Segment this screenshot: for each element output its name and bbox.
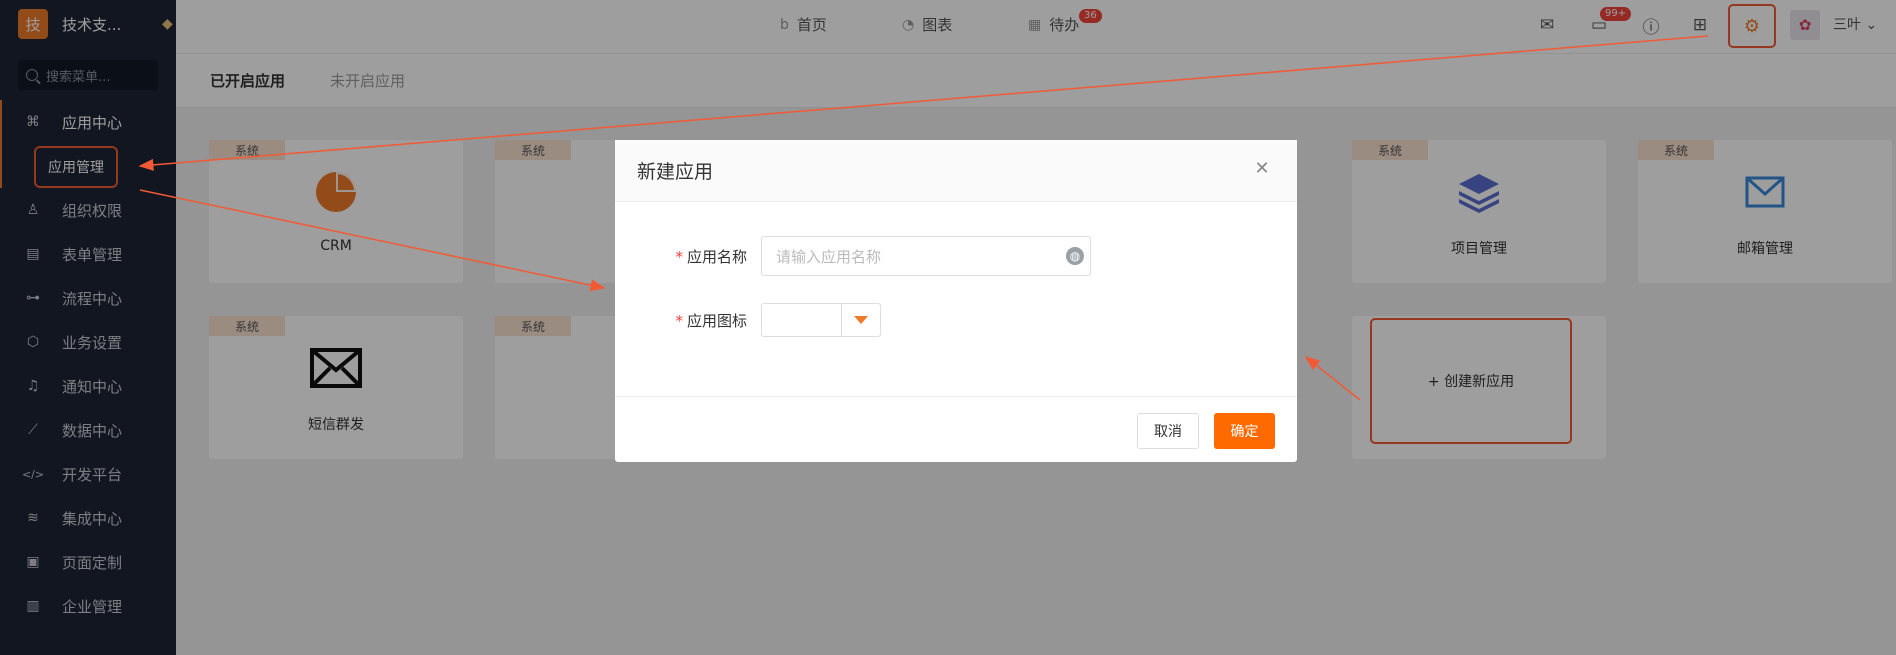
app-name-row: * 应用名称 请输入应用名称 ◍ [615, 236, 1091, 276]
app-icon-picker[interactable] [761, 303, 881, 337]
app-icon-label: * 应用图标 [675, 311, 747, 330]
cancel-button[interactable]: 取消 [1137, 413, 1199, 449]
icon-preview [762, 304, 842, 336]
app-name-placeholder: 请输入应用名称 [776, 247, 882, 266]
dialog-footer: 取消 确定 [615, 396, 1297, 462]
app-name-label: * 应用名称 [675, 247, 747, 266]
new-app-dialog: 新建应用 ✕ * 应用名称 请输入应用名称 ◍ * 应用图标 取消 确定 [615, 140, 1297, 462]
confirm-button[interactable]: 确定 [1214, 413, 1275, 449]
close-icon[interactable]: ✕ [1253, 160, 1271, 178]
app-icon-row: * 应用图标 [615, 303, 881, 337]
chevron-down-icon[interactable] [842, 304, 880, 336]
app-name-input[interactable]: 请输入应用名称 ◍ [761, 236, 1091, 276]
dialog-title: 新建应用 [637, 161, 714, 183]
dialog-header: 新建应用 ✕ [615, 140, 1297, 202]
globe-icon[interactable]: ◍ [1066, 247, 1084, 265]
